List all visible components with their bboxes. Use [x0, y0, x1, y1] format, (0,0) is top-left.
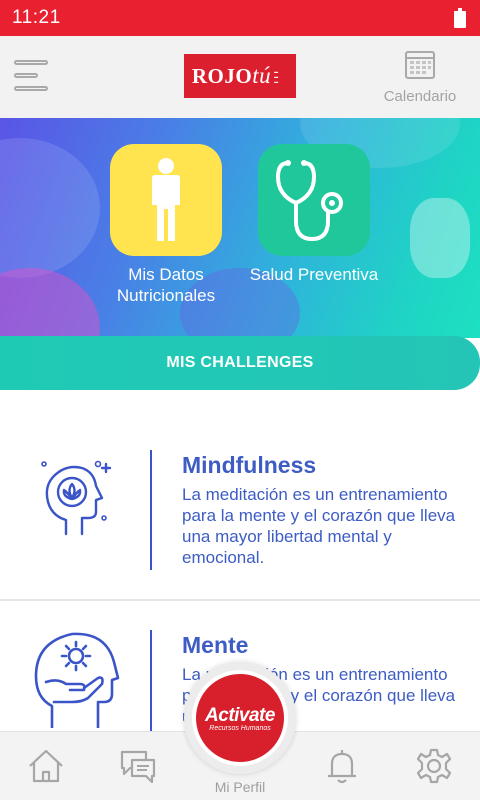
card-title: Mente — [182, 632, 249, 658]
person-icon — [152, 158, 180, 241]
nutrition-tile-label: Mis Datos Nutricionales — [116, 265, 216, 305]
profile-label: Mi Perfil — [214, 779, 266, 795]
stethoscope-icon — [275, 160, 343, 242]
mindfulness-card[interactable]: Mindfulness La meditación es un entrenam… — [0, 440, 480, 600]
preventive-health-tile-label: Salud Preventiva — [249, 265, 379, 284]
nav-notifications[interactable] — [322, 746, 362, 786]
chat-icon — [120, 750, 156, 784]
nav-messages[interactable] — [118, 746, 158, 786]
head-hand-sun-icon — [34, 632, 120, 728]
app-screen: 11:21 ROJOtú ▬ ▬ ▬ Calendario Mis Datos … — [0, 0, 480, 800]
card-divider — [150, 630, 152, 731]
bell-icon — [328, 750, 356, 784]
calendar-label: Calendario — [383, 88, 457, 105]
my-challenges-button[interactable]: MIS CHALLENGES — [0, 336, 480, 390]
status-time: 11:21 — [12, 7, 61, 28]
battery-icon — [454, 8, 466, 28]
profile-button[interactable]: Activate Recursos Humanos — [184, 662, 296, 774]
nav-home[interactable] — [26, 746, 66, 786]
logo-tagline: ▬ ▬ ▬ — [274, 68, 279, 84]
preventive-health-tile[interactable] — [258, 144, 370, 256]
menu-icon[interactable] — [14, 58, 54, 94]
gear-icon — [416, 748, 452, 784]
card-separator — [0, 599, 480, 601]
home-icon — [29, 749, 63, 783]
card-description: La meditación es un entrenamiento para l… — [182, 485, 456, 567]
nutrition-tile[interactable] — [110, 144, 222, 256]
top-app-bar: ROJOtú ▬ ▬ ▬ Calendario — [0, 36, 480, 118]
head-lotus-icon — [41, 460, 112, 536]
activate-logo-subtext: Recursos Humanos — [209, 724, 271, 732]
status-bar: 11:21 — [0, 0, 480, 36]
activate-logo: Activate Recursos Humanos — [192, 670, 288, 766]
logo-text: ROJOtú — [191, 63, 272, 88]
calendar-icon — [405, 51, 435, 79]
activate-logo-text: Activate — [205, 704, 275, 726]
calendar-button[interactable]: Calendario — [380, 48, 460, 108]
rojotu-logo: ROJOtú ▬ ▬ ▬ — [184, 54, 296, 98]
card-divider — [150, 450, 152, 570]
hero-banner: Mis Datos Nutricionales Salud Preventiva — [0, 118, 480, 338]
nav-settings[interactable] — [414, 746, 454, 786]
card-title: Mindfulness — [182, 452, 317, 478]
